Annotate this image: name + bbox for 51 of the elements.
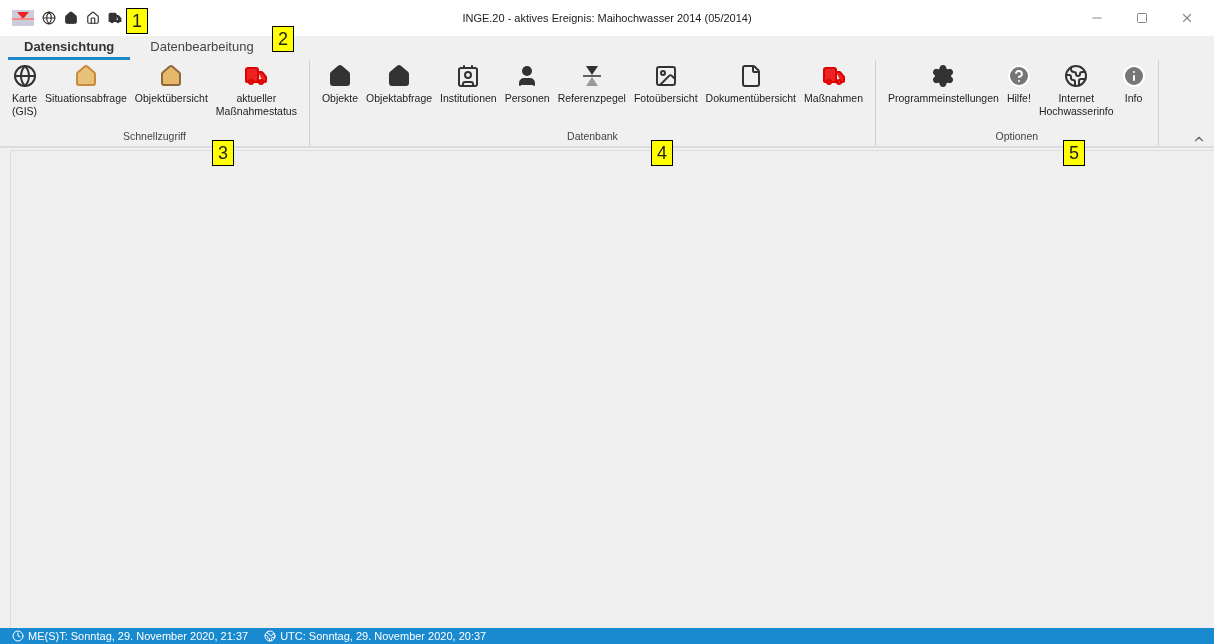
ribbon-tab[interactable]: Datensichtung <box>8 36 131 60</box>
help-icon <box>1006 64 1031 88</box>
house-icon[interactable] <box>64 11 78 25</box>
ribbon-tab[interactable]: Datenbearbeitung <box>134 36 270 60</box>
window-title: INGE.20 - aktives Ereignis: Maihochwasser 2014 (05/2014) <box>461 10 753 26</box>
ribbon-button[interactable]: Fotoübersicht <box>629 64 702 105</box>
ribbon-button[interactable]: Objekte <box>317 64 363 105</box>
callout-number: 2 <box>272 26 294 52</box>
ribbon-button[interactable]: Internet Hochwasserinfo <box>1034 64 1118 118</box>
maximize-button[interactable] <box>1136 12 1148 24</box>
globe-icon <box>12 64 37 88</box>
ribbon-button[interactable]: Dokumentübersicht <box>701 64 801 105</box>
ribbon-button[interactable]: Maßnahmen <box>800 64 867 105</box>
ribbon-button[interactable]: Karte (GIS) <box>8 64 42 118</box>
group-label: Optionen <box>994 129 1040 145</box>
image-icon <box>653 64 678 88</box>
house-icon <box>328 64 352 88</box>
truck-icon <box>244 64 269 88</box>
house-icon[interactable] <box>86 11 100 25</box>
callout-number: 3 <box>212 140 234 166</box>
maximize-icon <box>1136 12 1148 24</box>
house-icon <box>159 64 184 88</box>
callout-number: 1 <box>126 8 148 34</box>
status-text: UTC: Sonntag, 29. November 2020, 20:37 <box>280 628 487 644</box>
app-logo-icon[interactable] <box>12 10 34 26</box>
ribbon-button[interactable]: Info <box>1117 64 1150 105</box>
callout-number: 5 <box>1063 140 1085 166</box>
ribbon-button[interactable]: Objektübersicht <box>130 64 212 105</box>
ribbon-button[interactable]: Hilfe! <box>1002 64 1035 105</box>
info-icon <box>1121 64 1146 88</box>
truck-icon[interactable] <box>108 11 122 25</box>
ribbon-button[interactable]: Programmeinstellungen <box>884 64 1003 105</box>
ribbon-button[interactable]: Referenzpegel <box>553 64 630 105</box>
house-icon <box>73 64 98 88</box>
ribbon-button[interactable]: Institutionen <box>436 64 501 105</box>
clock-icon <box>12 630 24 642</box>
globe-icon <box>264 630 277 642</box>
truck-icon <box>821 64 846 88</box>
ribbon-button[interactable]: aktueller Maßnahmestatus <box>211 64 301 118</box>
close-icon <box>1180 11 1194 25</box>
ribbon-button[interactable]: Personen <box>500 64 554 105</box>
globe-icon[interactable] <box>42 11 56 25</box>
ribbon-button[interactable]: Objektabfrage <box>362 64 437 105</box>
ribbon-button[interactable]: Situationsabfrage <box>41 64 131 105</box>
id-card-icon <box>456 64 481 88</box>
group-label: Schnellzugriff <box>122 129 187 145</box>
globe-icon <box>1064 64 1089 88</box>
status-text: ME(S)T: Sonntag, 29. November 2020, 21:37 <box>28 628 249 644</box>
group-label: Datenbank <box>566 129 619 145</box>
callout-number: 4 <box>651 140 673 166</box>
close-button[interactable] <box>1180 11 1194 25</box>
